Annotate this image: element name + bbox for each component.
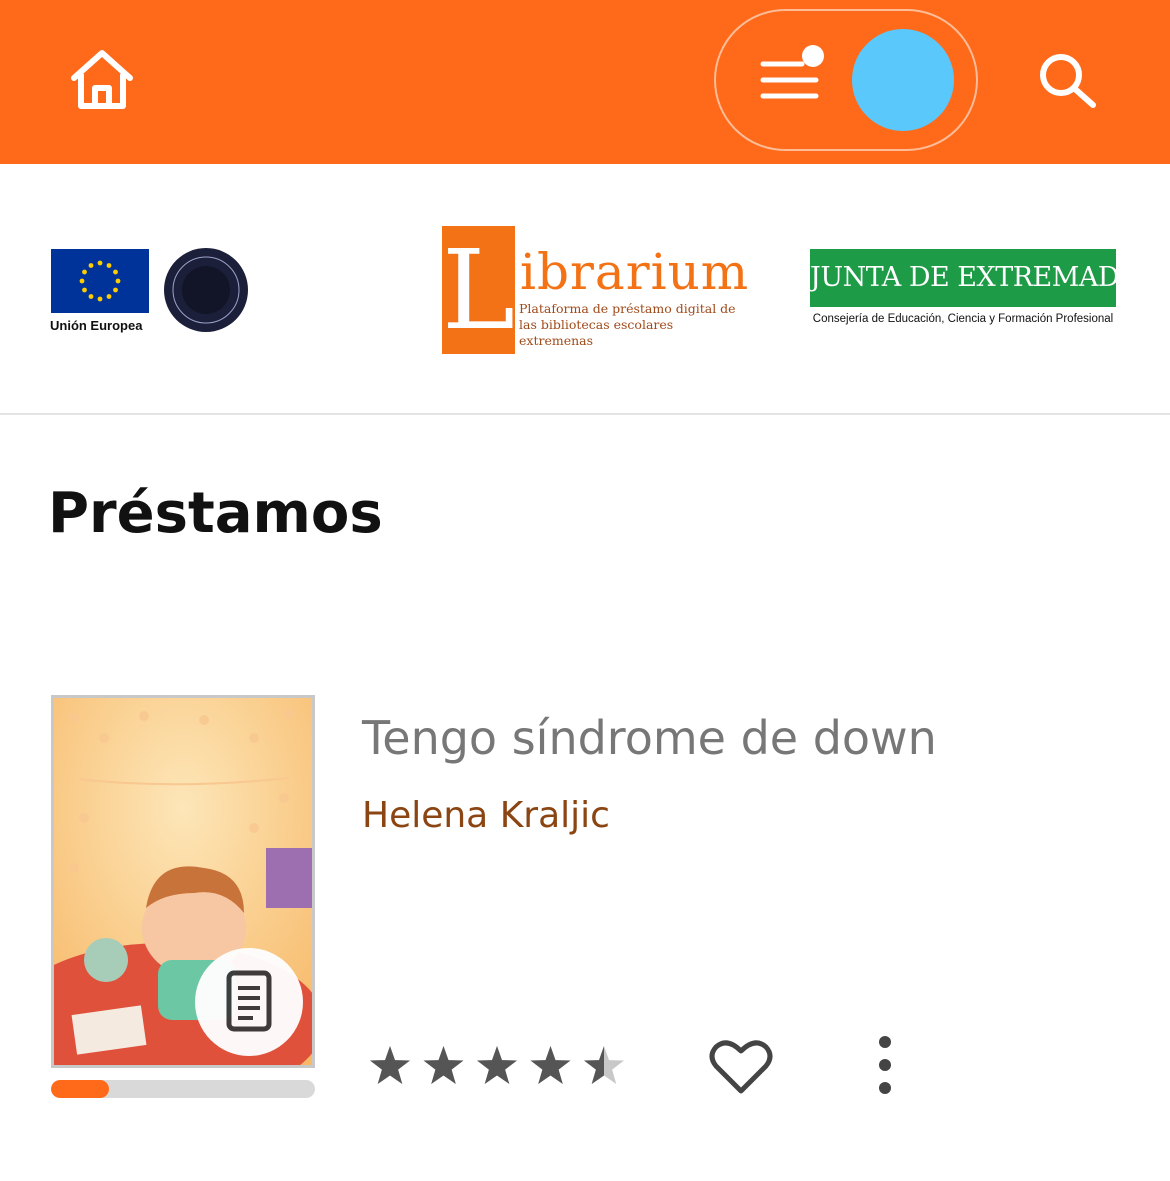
librarium-wordmark: ibrarium	[520, 243, 750, 301]
librarium-logo: L	[442, 226, 515, 354]
junta-logo: JUNTA DE EXTREMADURA	[810, 249, 1170, 307]
heart-icon	[709, 1040, 773, 1094]
more-options-button[interactable]	[866, 1034, 904, 1098]
star-filled-3	[477, 1046, 517, 1084]
format-badge	[195, 948, 303, 1056]
eu-label: Unión Europea	[50, 318, 143, 333]
reading-progress	[51, 1080, 315, 1098]
favorite-button[interactable]	[708, 1036, 774, 1098]
document-icon	[226, 970, 272, 1032]
reading-progress-fill	[51, 1080, 110, 1098]
star-filled-4	[530, 1046, 571, 1084]
top-bar	[0, 0, 1170, 164]
book-title[interactable]: Tengo síndrome de down	[362, 706, 937, 770]
home-icon	[71, 50, 133, 109]
star-filled-2	[423, 1046, 464, 1084]
eu-flag-logo	[51, 249, 149, 313]
menu-icon	[760, 45, 824, 99]
junta-subtitle: Consejería de Educación, Ciencia y Forma…	[812, 313, 1114, 325]
menu-button[interactable]	[760, 44, 830, 104]
librarium-tagline: Plataforma de préstamo digital de las bi…	[519, 301, 736, 348]
search-icon	[1040, 54, 1096, 108]
star-rating	[368, 1042, 630, 1090]
more-vertical-icon	[879, 1036, 891, 1094]
home-button[interactable]	[66, 46, 138, 114]
avatar[interactable]	[852, 29, 954, 131]
book-author[interactable]: Helena Kraljic	[362, 790, 610, 842]
regiostars-logo	[163, 247, 249, 333]
page-title: Préstamos	[48, 481, 383, 546]
star-filled-1	[370, 1046, 410, 1084]
librarium-letter: L	[442, 226, 516, 354]
search-button[interactable]	[1036, 50, 1102, 112]
header-divider	[0, 413, 1170, 415]
